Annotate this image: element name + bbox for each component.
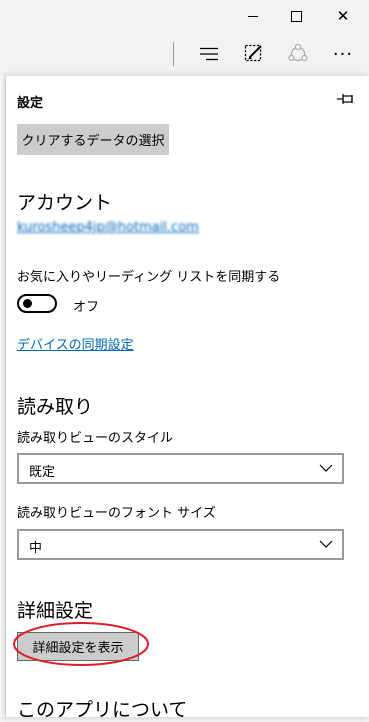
- reading-font-label: 読み取りビューのフォント サイズ: [17, 506, 216, 521]
- minimize-icon: [248, 15, 258, 17]
- hub-icon: [200, 47, 218, 61]
- toolbar-separator: [173, 42, 174, 66]
- settings-panel: 設定 クリアするデータの選択 アカウント kurosheep4jp@hotmai…: [5, 76, 369, 721]
- pin-button[interactable]: [336, 90, 356, 108]
- highlight-ellipse: [13, 622, 149, 666]
- share-button[interactable]: [281, 38, 315, 70]
- reading-style-label: 読み取りビューのスタイル: [17, 431, 174, 446]
- reading-heading: 読み取り: [17, 396, 94, 418]
- browser-toolbar: ···: [0, 32, 369, 76]
- reading-style-value: 既定: [29, 465, 56, 480]
- sync-toggle[interactable]: [17, 294, 57, 313]
- more-button[interactable]: ···: [326, 38, 360, 70]
- close-icon: ✕: [336, 6, 350, 25]
- maximize-icon: [290, 10, 302, 22]
- account-heading: アカウント: [17, 192, 113, 214]
- hub-button[interactable]: [193, 38, 227, 70]
- device-sync-link[interactable]: デバイスの同期設定: [17, 334, 134, 353]
- reading-style-select[interactable]: 既定: [17, 453, 344, 484]
- maximize-button[interactable]: [273, 0, 319, 32]
- account-email-link[interactable]: kurosheep4jp@hotmail.com: [17, 220, 199, 235]
- toggle-knob: [23, 299, 32, 308]
- about-heading: このアプリについて: [17, 699, 188, 721]
- sync-toggle-state: オフ: [73, 300, 100, 315]
- panel-title: 設定: [17, 96, 44, 111]
- close-button[interactable]: ✕: [320, 0, 366, 32]
- reading-font-value: 中: [29, 541, 43, 556]
- advanced-heading: 詳細設定: [17, 600, 94, 622]
- pin-icon: [337, 94, 353, 104]
- chevron-down-icon: [319, 464, 333, 472]
- more-icon: ···: [332, 43, 354, 65]
- reading-font-select[interactable]: 中: [17, 529, 344, 560]
- minimize-button[interactable]: [230, 0, 276, 32]
- web-note-icon: [244, 44, 262, 62]
- share-icon: [288, 43, 308, 62]
- web-note-button[interactable]: [237, 38, 271, 70]
- clear-data-button[interactable]: クリアするデータの選択: [17, 124, 169, 155]
- chevron-down-icon: [319, 540, 333, 548]
- title-bar: ✕: [0, 0, 369, 32]
- sync-label: お気に入りやリーディング リストを同期する: [17, 270, 281, 285]
